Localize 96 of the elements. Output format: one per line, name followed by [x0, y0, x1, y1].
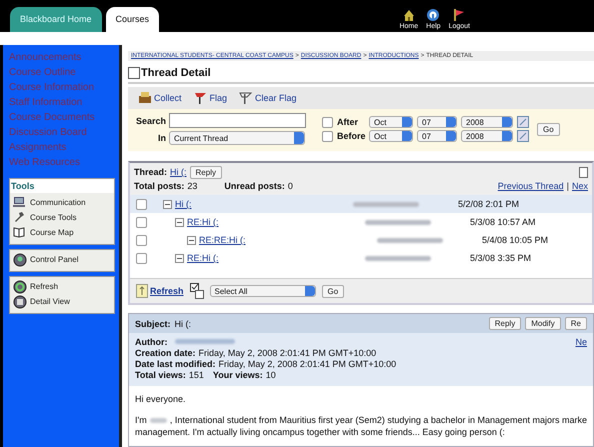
refresh-icon[interactable] [13, 280, 27, 294]
views-label: Total views: [135, 370, 186, 380]
go-button[interactable]: Go [322, 284, 344, 298]
collapse-icon[interactable] [163, 200, 172, 208]
tab[interactable]: Courses [106, 7, 160, 32]
subject-label: Subject: [135, 318, 171, 328]
checkbox[interactable] [322, 116, 334, 128]
action-link[interactable]: Clear Flag [255, 93, 297, 103]
views-count: 10 [266, 370, 276, 380]
reply-button[interactable]: Reply [190, 166, 222, 178]
box-icon[interactable] [579, 166, 588, 178]
post-link[interactable]: RE:RE:Hi (: [199, 235, 246, 245]
checkbox[interactable] [136, 234, 147, 246]
collapse-icon[interactable] [175, 254, 184, 262]
page-title: Thread Detail [141, 67, 211, 79]
next-thread-link[interactable]: Nex [572, 181, 588, 191]
checkbox[interactable] [136, 198, 147, 210]
unread-count: 0 [288, 181, 293, 191]
post-row[interactable]: RE:Hi (: 5/3/08 3:35 PM [130, 249, 592, 267]
post-date: 5/3/08 3:35 PM [470, 253, 532, 263]
home-icon[interactable] [402, 8, 416, 22]
total-count: 23 [187, 181, 198, 191]
author-label: Author: [135, 336, 168, 346]
page-icon [128, 67, 140, 79]
collapse-icon[interactable] [175, 218, 184, 226]
flag-icon[interactable] [452, 8, 466, 22]
scope-select[interactable]: Current Thread [169, 131, 305, 145]
sidebar-item[interactable]: Detail View [30, 297, 70, 306]
select-dropdown[interactable]: Select All [210, 285, 316, 297]
view-icon[interactable] [13, 294, 27, 308]
search-field[interactable] [169, 113, 306, 128]
meta-label: Date last modified: [135, 358, 216, 368]
book-icon[interactable] [13, 226, 27, 240]
sidebar-item[interactable]: Communication [30, 198, 86, 207]
year-select[interactable]: 2008 [461, 130, 514, 142]
sidebar-item[interactable]: Control Panel [30, 255, 78, 264]
views-label: Your views: [212, 370, 263, 380]
post-row[interactable]: RE:Hi (: 5/3/08 10:57 AM [130, 213, 592, 231]
flag-icon[interactable] [239, 91, 254, 105]
panel-title: Tools [10, 179, 114, 193]
year-select[interactable]: 2008 [461, 116, 514, 128]
thread-label: Thread: [134, 167, 168, 177]
basket-icon[interactable] [138, 91, 152, 105]
views-count: 151 [188, 370, 204, 380]
subject-text: Hi (: [174, 318, 192, 328]
calendar-icon[interactable] [517, 130, 530, 142]
checkboxes-icon[interactable] [190, 283, 204, 299]
separator: | [566, 181, 569, 191]
post-link[interactable]: RE:Hi (: [187, 253, 218, 263]
message-button[interactable]: Re [564, 317, 587, 330]
meta-value: Friday, May 2, 2008 2:01:41 PM GMT+10:00 [198, 348, 376, 358]
monitor-icon[interactable] [13, 196, 27, 210]
post-date: 5/3/08 10:57 AM [470, 217, 536, 227]
message-button[interactable]: Reply [488, 317, 522, 330]
sidebar-item[interactable]: Refresh [30, 282, 58, 291]
month-select[interactable]: Oct [369, 130, 414, 142]
sidebar-item[interactable]: Course Map [30, 228, 74, 237]
day-select[interactable]: 07 [417, 130, 458, 142]
thread-link[interactable]: Hi (: [170, 167, 187, 177]
message-text: , International student from Mauritius first year (Sem2) studying a bachelor in Management majors marke [170, 414, 587, 426]
message-button[interactable]: Modify [525, 317, 561, 330]
flag-icon[interactable] [194, 91, 208, 105]
post-row[interactable]: RE:RE:Hi (: 5/4/08 10:05 PM [130, 231, 592, 249]
post-link[interactable]: RE:Hi (: [187, 217, 218, 227]
post-date: 5/2/08 2:01 PM [458, 199, 520, 209]
collapse-icon[interactable] [187, 236, 196, 244]
total-label: Total posts: [134, 181, 184, 191]
previous-thread-link[interactable]: Previous Thread [498, 181, 564, 191]
month-select[interactable]: Oct [369, 116, 414, 128]
post-link[interactable]: Hi (: [175, 199, 192, 209]
panel-icon[interactable] [13, 252, 27, 266]
checkbox[interactable] [136, 216, 147, 228]
wrench-icon[interactable] [13, 210, 27, 224]
checkbox[interactable] [136, 252, 147, 264]
search-label: Search [136, 116, 166, 126]
sidebar-item[interactable]: Course Tools [30, 213, 77, 222]
meta-value: Friday, May 2, 2008 2:01:41 PM GMT+10:00 [218, 358, 396, 368]
post-row[interactable]: Hi (: 5/2/08 2:01 PM [130, 195, 592, 213]
unread-label: Unread posts: [224, 181, 285, 191]
message-text: Hi everyone. [135, 394, 187, 404]
refresh-link[interactable]: Refresh [150, 286, 184, 296]
go-button[interactable]: Go [537, 122, 560, 136]
meta-label: Creation date: [135, 348, 196, 358]
help-icon[interactable] [426, 8, 440, 22]
post-date: 5/4/08 10:05 PM [482, 235, 548, 245]
scope-label: In [158, 133, 166, 143]
message-text: I'm [135, 414, 147, 426]
calendar-icon[interactable] [517, 116, 530, 128]
date-label: After [337, 117, 360, 127]
message-text: management. I'm actually living oncampus together with some friends... Easy going person (: [135, 426, 506, 438]
date-label: Before [337, 131, 366, 141]
checkbox[interactable] [322, 130, 334, 142]
action-link[interactable]: Flag [210, 93, 228, 103]
day-select[interactable]: 07 [417, 116, 458, 128]
action-link[interactable]: Collect [154, 93, 182, 103]
side-link[interactable]: Ne [575, 336, 587, 346]
